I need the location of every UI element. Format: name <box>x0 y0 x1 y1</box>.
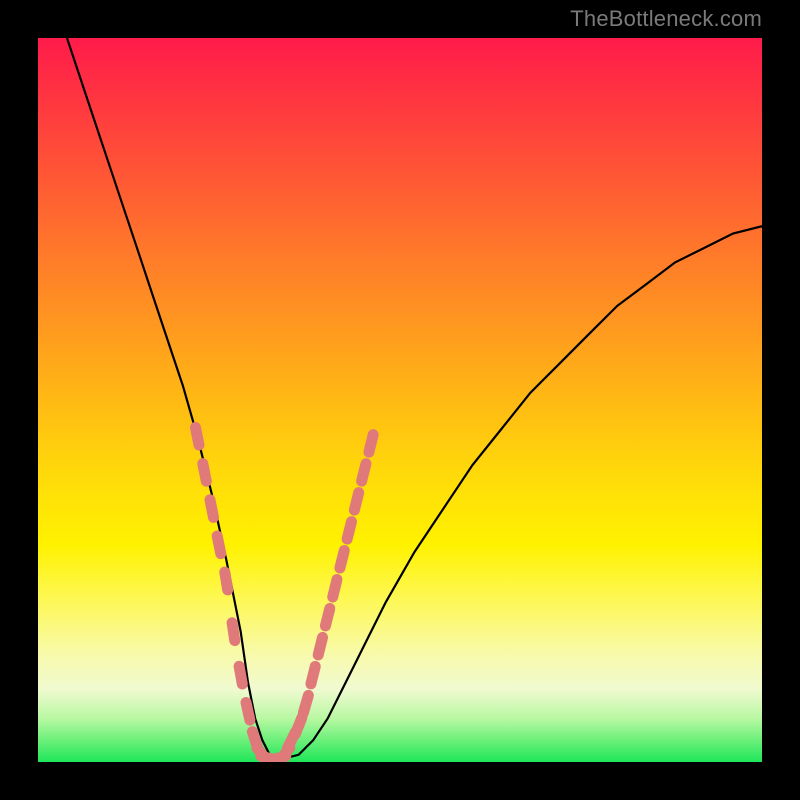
curve-marker <box>333 580 337 598</box>
watermark-text: TheBottleneck.com <box>570 6 762 32</box>
bottleneck-curve <box>67 38 762 758</box>
curve-marker <box>232 623 235 641</box>
plot-area <box>38 38 762 762</box>
curve-marker <box>295 717 302 734</box>
chart-frame: TheBottleneck.com <box>0 0 800 800</box>
curve-marker <box>325 609 329 626</box>
curve-marker <box>225 572 228 590</box>
curve-marker <box>203 464 207 482</box>
curve-marker <box>354 493 358 511</box>
curve-marker <box>303 695 308 712</box>
curve-marker <box>369 435 373 453</box>
curve-marker <box>217 536 221 554</box>
curve-marker <box>196 427 200 445</box>
marker-group <box>196 427 374 761</box>
curve-marker <box>340 551 344 569</box>
curve-marker <box>362 464 366 481</box>
curve-marker <box>347 522 351 540</box>
curve-marker <box>311 666 315 684</box>
curve-marker <box>318 637 322 655</box>
curve-group <box>67 38 762 758</box>
curve-marker <box>210 500 214 518</box>
chart-svg <box>38 38 762 762</box>
curve-marker <box>246 703 250 721</box>
curve-marker <box>239 666 242 684</box>
